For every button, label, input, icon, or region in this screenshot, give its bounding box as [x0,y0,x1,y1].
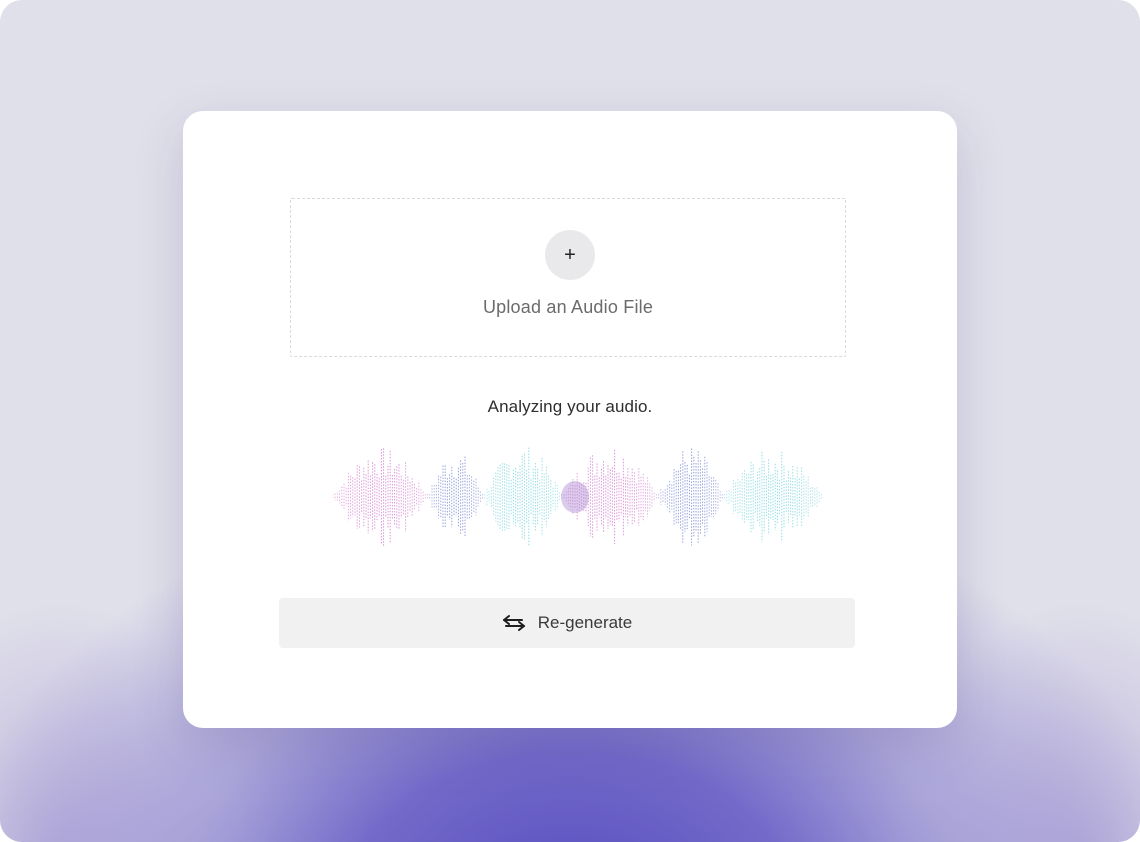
regenerate-button[interactable]: Re-generate [279,598,855,648]
swap-arrows-icon [502,614,526,632]
audio-waveform [333,447,822,547]
app-background: + Upload an Audio File Analyzing your au… [0,0,1140,842]
analysis-status: Analyzing your audio. [487,397,653,416]
upload-label: Upload an Audio File [482,297,654,317]
regenerate-label: Re-generate [537,613,633,632]
upload-dropzone[interactable]: + Upload an Audio File [290,198,846,357]
waveform-highlight [561,481,589,513]
plus-icon: + [564,243,576,266]
audio-card: + Upload an Audio File Analyzing your au… [183,111,957,728]
add-audio-button[interactable]: + [545,230,595,280]
